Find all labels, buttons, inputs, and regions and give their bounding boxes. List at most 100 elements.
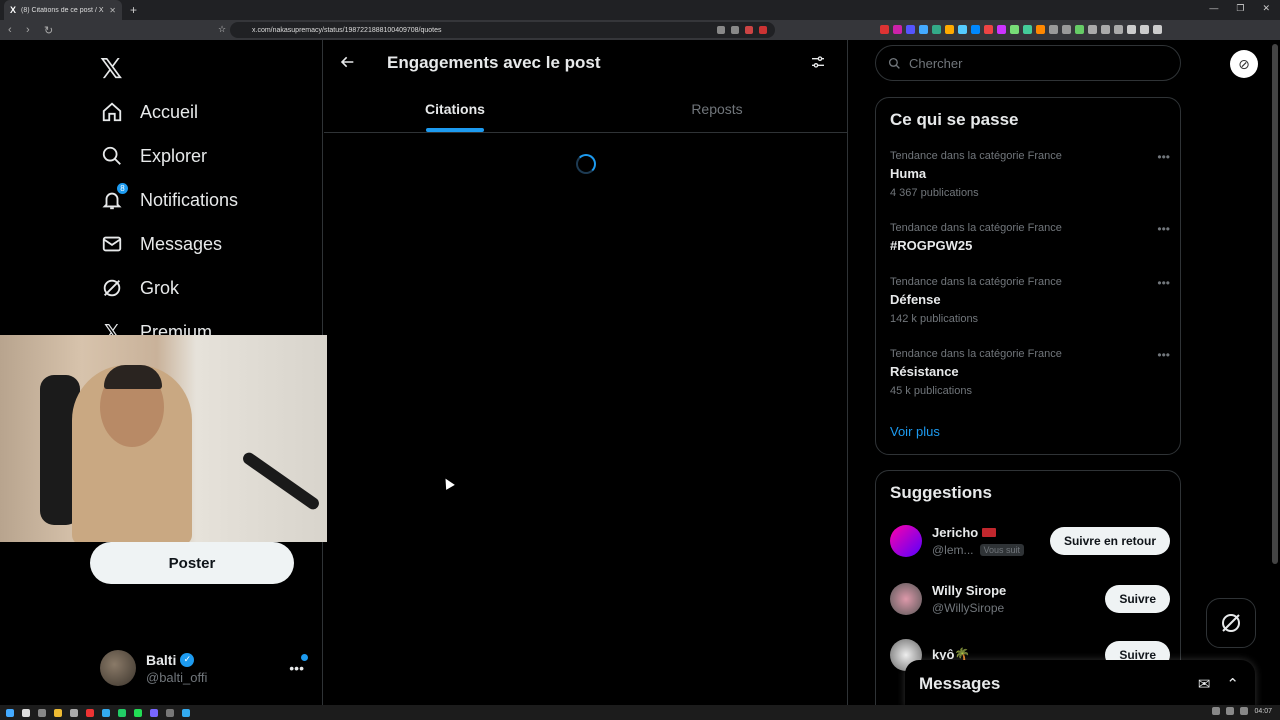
expand-up-icon[interactable]: ⌃ xyxy=(1226,675,1239,693)
extension-icon[interactable] xyxy=(1140,25,1149,34)
follow-back-button[interactable]: Suivre en retour xyxy=(1049,527,1170,555)
tab-title: (8) Citations de ce post / X xyxy=(21,6,104,14)
extension-icon[interactable] xyxy=(984,25,993,34)
more-options-icon[interactable]: ••• xyxy=(1157,348,1170,362)
filter-sliders-icon[interactable] xyxy=(810,54,826,75)
trend-item[interactable]: Tendance dans la catégorie France Défens… xyxy=(890,276,1170,325)
task-view-icon[interactable] xyxy=(38,708,46,717)
account-switcher[interactable]: Balti ✓ @balti_offi ••• xyxy=(100,648,310,688)
block-icon[interactable]: ⊘ xyxy=(1230,50,1258,78)
extension-icon[interactable] xyxy=(932,25,941,34)
page-scrollbar[interactable] xyxy=(1272,44,1278,564)
back-arrow-icon[interactable] xyxy=(340,54,356,75)
reload-icon[interactable]: ↻ xyxy=(44,24,54,37)
extension-icon[interactable] xyxy=(1114,25,1123,34)
x-favicon-icon: X xyxy=(10,5,17,15)
extension-icon[interactable] xyxy=(1153,25,1162,34)
more-options-icon[interactable]: ••• xyxy=(1157,276,1170,290)
discord-icon[interactable] xyxy=(150,708,158,717)
trend-item[interactable]: Tendance dans la catégorie France Huma 4… xyxy=(890,150,1170,199)
new-message-icon[interactable]: ✉ xyxy=(1198,675,1211,693)
x-logo-icon[interactable]: 𝕏 xyxy=(100,52,123,85)
suggestion-handle: @WillySirope xyxy=(932,601,1005,615)
extension-icon[interactable] xyxy=(1101,25,1110,34)
extension-icon[interactable] xyxy=(893,25,902,34)
extension-icon[interactable] xyxy=(1010,25,1019,34)
tab-reposts[interactable]: Reposts xyxy=(586,86,848,132)
sidebar-item-accueil[interactable]: Accueil xyxy=(100,100,198,124)
flag-icon xyxy=(982,528,997,537)
extension-icon[interactable] xyxy=(1127,25,1136,34)
extension-icon[interactable] xyxy=(1075,25,1084,34)
main-column: Engagements avec le post Citations Repos… xyxy=(324,40,848,705)
forward-nav-icon[interactable]: › xyxy=(26,24,36,36)
restore-icon[interactable]: ❐ xyxy=(1236,3,1244,14)
extension-icon[interactable] xyxy=(759,26,767,34)
minimize-icon[interactable]: — xyxy=(1209,3,1218,14)
volume-icon[interactable] xyxy=(1240,707,1249,715)
tab-citations[interactable]: Citations xyxy=(324,86,586,132)
extension-icon[interactable] xyxy=(1062,25,1071,34)
extension-icon[interactable] xyxy=(1088,25,1097,34)
app-icon[interactable] xyxy=(102,708,110,717)
trend-item[interactable]: Tendance dans la catégorie France Résist… xyxy=(890,348,1170,397)
obs-icon[interactable] xyxy=(166,708,174,717)
extension-icon[interactable] xyxy=(971,25,980,34)
extension-icon[interactable] xyxy=(906,25,915,34)
wifi-icon[interactable] xyxy=(1226,707,1235,715)
suggestion-info: Jericho @lem... Vous suit xyxy=(932,525,1040,557)
browser-tab[interactable]: X (8) Citations de ce post / X ✕ xyxy=(4,0,122,20)
sidebar-item-grok[interactable]: Grok xyxy=(100,276,179,300)
more-options-icon[interactable]: ••• xyxy=(289,660,304,676)
trend-name: #ROGPGW25 xyxy=(890,238,973,253)
more-options-icon[interactable]: ••• xyxy=(1157,150,1170,164)
sidebar-item-explorer[interactable]: Explorer xyxy=(100,144,207,168)
sidebar-item-messages[interactable]: Messages xyxy=(100,232,222,256)
app-icon[interactable] xyxy=(70,708,78,717)
sidebar-item-notifications[interactable]: 8 Notifications xyxy=(100,182,238,212)
grok-fab-icon[interactable] xyxy=(1206,598,1256,648)
extension-icon[interactable] xyxy=(997,25,1006,34)
new-tab-icon[interactable]: + xyxy=(130,3,137,17)
clock[interactable]: 04:07 xyxy=(1254,708,1272,715)
more-options-icon[interactable]: ••• xyxy=(1157,222,1170,236)
extension-icon[interactable] xyxy=(945,25,954,34)
close-window-icon[interactable]: ✕ xyxy=(1262,3,1270,14)
extension-icon[interactable] xyxy=(1049,25,1058,34)
tab-label: Citations xyxy=(425,101,485,117)
show-more-link[interactable]: Voir plus xyxy=(890,424,940,439)
app-icon[interactable] xyxy=(182,708,190,717)
browser-icon[interactable] xyxy=(86,708,94,717)
sidebar-item-label: Accueil xyxy=(140,101,199,122)
browser-address-bar: ‹ › ↻ ☆ x.com/nakasupremacy/status/19872… xyxy=(0,20,1280,40)
close-tab-icon[interactable]: ✕ xyxy=(109,6,116,15)
follow-button[interactable]: Suivre xyxy=(1105,585,1170,613)
search-input[interactable] xyxy=(909,55,1149,71)
extension-icon[interactable] xyxy=(1023,25,1032,34)
extension-icon[interactable] xyxy=(1036,25,1045,34)
spotify-icon[interactable] xyxy=(134,708,142,717)
suggestion-row[interactable]: Willy Sirope @WillySirope Suivre xyxy=(890,579,1170,619)
extension-icon[interactable] xyxy=(745,26,753,34)
trend-item[interactable]: Tendance dans la catégorie France #ROGPG… xyxy=(890,222,1170,253)
webcam-overlay xyxy=(0,335,327,542)
post-button[interactable]: Poster xyxy=(90,542,294,584)
back-nav-icon[interactable]: ‹ xyxy=(8,24,18,36)
tray-icon[interactable] xyxy=(1212,707,1221,715)
mail-icon xyxy=(100,232,124,256)
search-box[interactable] xyxy=(875,45,1181,81)
start-icon[interactable] xyxy=(6,708,14,717)
extension-icon[interactable] xyxy=(958,25,967,34)
suggestion-name: Jericho xyxy=(932,525,979,540)
bookmark-icon[interactable]: ☆ xyxy=(218,24,226,35)
suggestion-row[interactable]: Jericho @lem... Vous suit Suivre en reto… xyxy=(890,521,1170,561)
url-field[interactable]: x.com/nakasupremacy/status/1987221888100… xyxy=(230,22,775,38)
folder-icon[interactable] xyxy=(54,708,62,717)
search-icon[interactable] xyxy=(22,708,30,717)
extension-icon[interactable] xyxy=(919,25,928,34)
zoom-icon[interactable] xyxy=(731,26,739,34)
install-icon[interactable] xyxy=(717,26,725,34)
whatsapp-icon[interactable] xyxy=(118,708,126,717)
extension-icon[interactable] xyxy=(880,25,889,34)
messages-dock[interactable]: Messages ✉ ⌃ xyxy=(905,660,1255,708)
